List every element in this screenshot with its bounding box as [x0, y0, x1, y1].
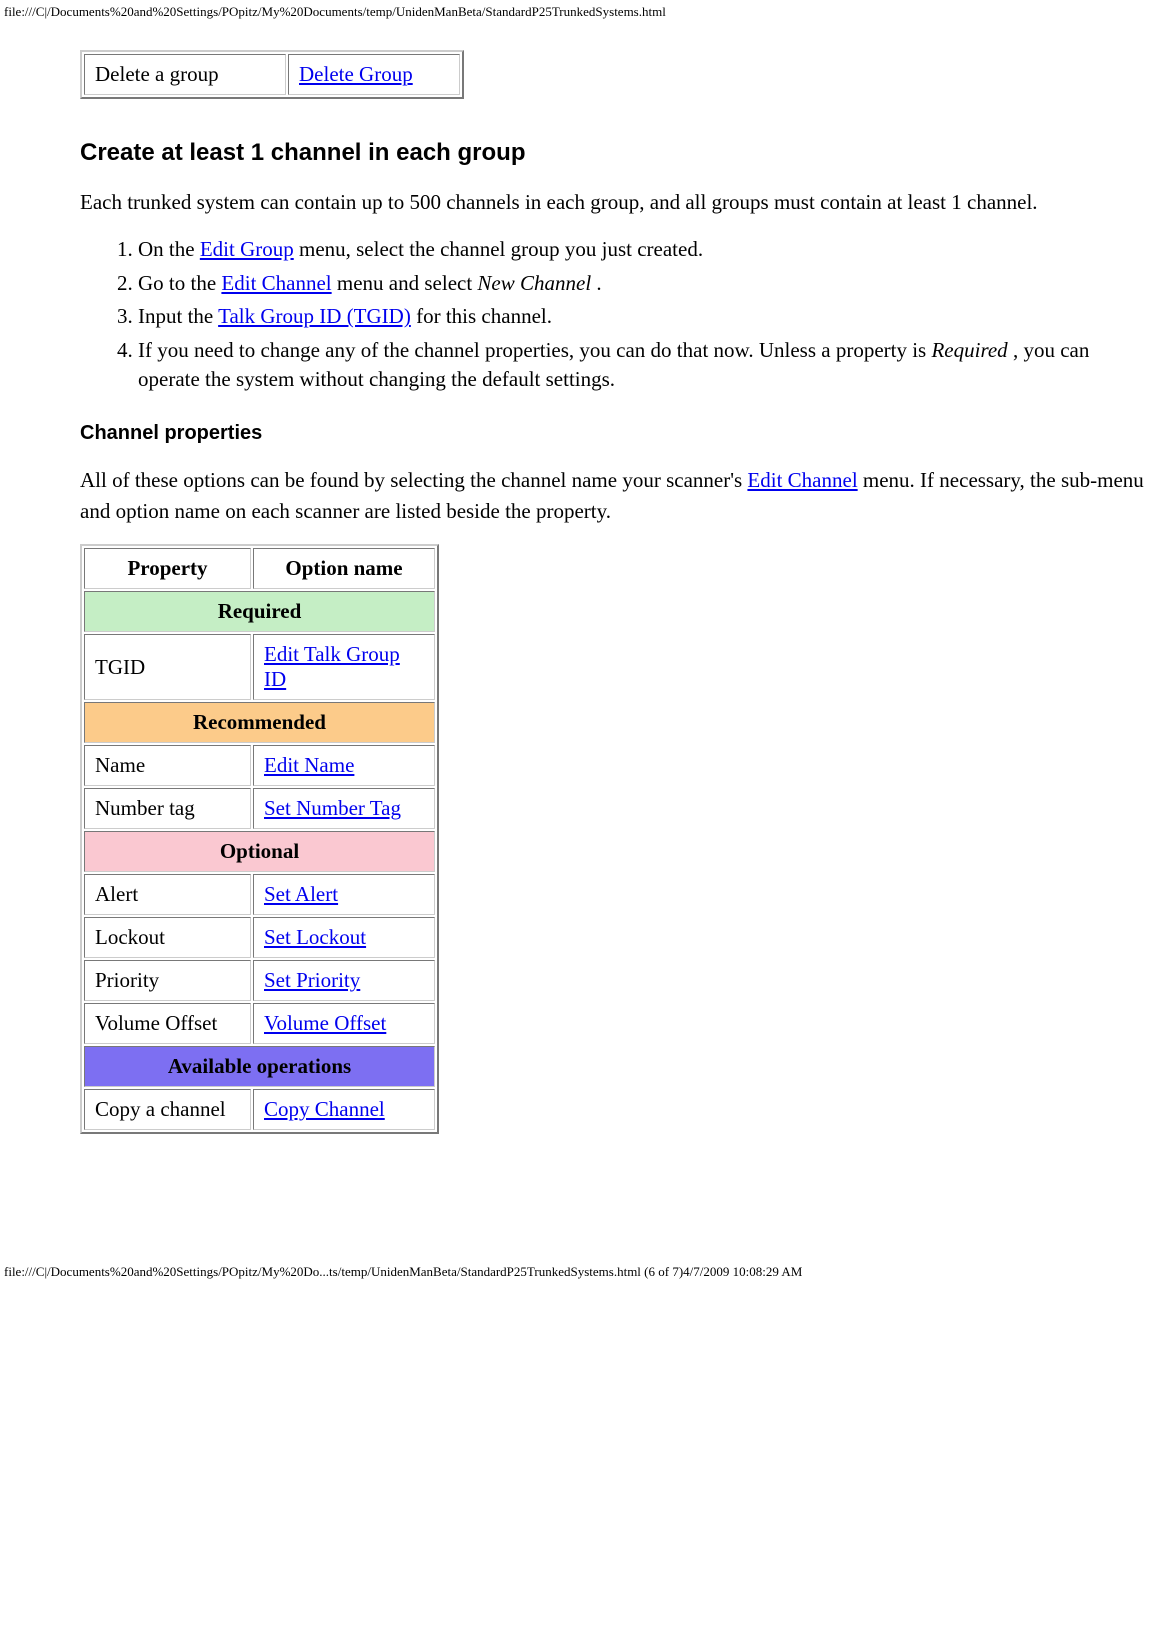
set-lockout-link[interactable]: Set Lockout — [264, 925, 366, 949]
copy-link-cell: Copy Channel — [253, 1089, 435, 1130]
table-row: Name Edit Name — [84, 745, 435, 786]
optional-section: Optional — [84, 831, 435, 872]
option-name-header: Option name — [253, 548, 435, 589]
text: menu and select — [332, 271, 478, 295]
text: Go to the — [138, 271, 221, 295]
alert-link-cell: Set Alert — [253, 874, 435, 915]
text: Input the — [138, 304, 218, 328]
set-number-tag-link[interactable]: Set Number Tag — [264, 796, 401, 820]
set-alert-link[interactable]: Set Alert — [264, 882, 338, 906]
volume-offset-link[interactable]: Volume Offset — [264, 1011, 386, 1035]
table-row: Lockout Set Lockout — [84, 917, 435, 958]
tgid-link-cell: Edit Talk Group ID — [253, 634, 435, 700]
footer-file-path: file:///C|/Documents%20and%20Settings/PO… — [4, 1264, 1157, 1280]
edit-talk-group-id-link[interactable]: Edit Talk Group ID — [264, 642, 400, 691]
recommended-section: Recommended — [84, 702, 435, 743]
volume-label: Volume Offset — [84, 1003, 251, 1044]
new-channel-text: New Channel — [477, 271, 591, 295]
recommended-label: Recommended — [84, 702, 435, 743]
list-item: Go to the Edit Channel menu and select N… — [138, 269, 1147, 298]
tgid-label: TGID — [84, 634, 251, 700]
subintro-paragraph: All of these options can be found by sel… — [80, 465, 1147, 526]
copy-label: Copy a channel — [84, 1089, 251, 1130]
text: . — [591, 271, 602, 295]
tgid-link[interactable]: Talk Group ID (TGID) — [218, 304, 411, 328]
text: All of these options can be found by sel… — [80, 468, 747, 492]
priority-label: Priority — [84, 960, 251, 1001]
intro-paragraph: Each trunked system can contain up to 50… — [80, 187, 1147, 217]
edit-channel-link[interactable]: Edit Channel — [221, 271, 331, 295]
list-item: If you need to change any of the channel… — [138, 336, 1147, 395]
table-row: Priority Set Priority — [84, 960, 435, 1001]
table-row: Alert Set Alert — [84, 874, 435, 915]
name-label: Name — [84, 745, 251, 786]
text: menu, select the channel group you just … — [294, 237, 703, 261]
edit-name-link[interactable]: Edit Name — [264, 753, 354, 777]
delete-group-table: Delete a group Delete Group — [80, 50, 464, 99]
copy-channel-link[interactable]: Copy Channel — [264, 1097, 385, 1121]
property-header: Property — [84, 548, 251, 589]
text: If you need to change any of the channel… — [138, 338, 931, 362]
text: for this channel. — [411, 304, 552, 328]
volume-link-cell: Volume Offset — [253, 1003, 435, 1044]
lockout-link-cell: Set Lockout — [253, 917, 435, 958]
required-section: Required — [84, 591, 435, 632]
numtag-label: Number tag — [84, 788, 251, 829]
table-row: Copy a channel Copy Channel — [84, 1089, 435, 1130]
steps-list: On the Edit Group menu, select the chann… — [80, 235, 1147, 394]
delete-group-link[interactable]: Delete Group — [299, 62, 413, 86]
main-content: Delete a group Delete Group Create at le… — [80, 50, 1147, 1134]
table-row: Number tag Set Number Tag — [84, 788, 435, 829]
channel-properties-table: Property Option name Required TGID Edit … — [80, 544, 439, 1134]
list-item: Input the Talk Group ID (TGID) for this … — [138, 302, 1147, 331]
priority-link-cell: Set Priority — [253, 960, 435, 1001]
section-heading: Create at least 1 channel in each group — [80, 139, 1147, 167]
required-label: Required — [84, 591, 435, 632]
name-link-cell: Edit Name — [253, 745, 435, 786]
operations-label: Available operations — [84, 1046, 435, 1087]
table-header-row: Property Option name — [84, 548, 435, 589]
optional-label: Optional — [84, 831, 435, 872]
header-file-path: file:///C|/Documents%20and%20Settings/PO… — [4, 4, 1157, 20]
numtag-link-cell: Set Number Tag — [253, 788, 435, 829]
delete-group-link-cell: Delete Group — [288, 54, 460, 95]
operations-section: Available operations — [84, 1046, 435, 1087]
required-text: Required — [931, 338, 1007, 362]
table-row: Delete a group Delete Group — [84, 54, 460, 95]
edit-group-link[interactable]: Edit Group — [200, 237, 294, 261]
list-item: On the Edit Group menu, select the chann… — [138, 235, 1147, 264]
set-priority-link[interactable]: Set Priority — [264, 968, 360, 992]
alert-label: Alert — [84, 874, 251, 915]
edit-channel-link-2[interactable]: Edit Channel — [747, 468, 857, 492]
text: On the — [138, 237, 200, 261]
table-row: Volume Offset Volume Offset — [84, 1003, 435, 1044]
subsection-heading: Channel properties — [80, 422, 1147, 445]
lockout-label: Lockout — [84, 917, 251, 958]
delete-group-label: Delete a group — [84, 54, 286, 95]
table-row: TGID Edit Talk Group ID — [84, 634, 435, 700]
